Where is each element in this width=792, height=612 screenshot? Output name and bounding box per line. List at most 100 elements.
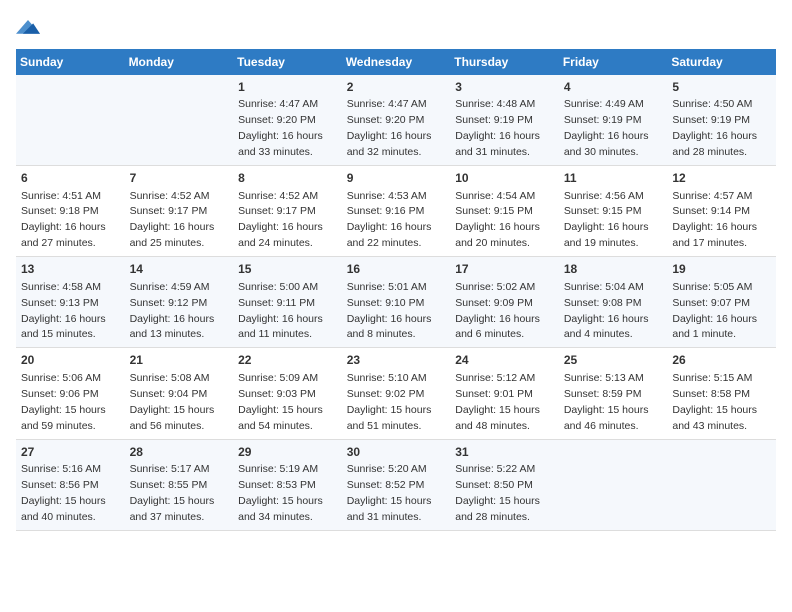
day-info: Sunrise: 4:59 AMSunset: 9:12 PMDaylight:… bbox=[130, 281, 215, 341]
day-number: 24 bbox=[455, 352, 554, 369]
day-number: 19 bbox=[672, 261, 771, 278]
calendar-cell: 13 Sunrise: 4:58 AMSunset: 9:13 PMDayligh… bbox=[16, 257, 125, 348]
calendar-cell: 10Sunrise: 4:54 AMSunset: 9:15 PMDayligh… bbox=[450, 166, 559, 257]
calendar-week-row: 20 Sunrise: 5:06 AMSunset: 9:06 PMDayligh… bbox=[16, 348, 776, 439]
day-number: 17 bbox=[455, 261, 554, 278]
day-info: Sunrise: 5:02 AMSunset: 9:09 PMDaylight:… bbox=[455, 281, 540, 341]
day-number: 28 bbox=[130, 444, 229, 461]
calendar-week-row: 1 Sunrise: 4:47 AMSunset: 9:20 PMDaylight… bbox=[16, 75, 776, 166]
day-info: Sunrise: 4:48 AMSunset: 9:19 PMDaylight:… bbox=[455, 98, 540, 158]
column-header-tuesday: Tuesday bbox=[233, 49, 342, 75]
calendar-cell: 9Sunrise: 4:53 AMSunset: 9:16 PMDaylight… bbox=[342, 166, 451, 257]
calendar-cell: 21 Sunrise: 5:08 AMSunset: 9:04 PMDayligh… bbox=[125, 348, 234, 439]
calendar-cell: 16 Sunrise: 5:01 AMSunset: 9:10 PMDayligh… bbox=[342, 257, 451, 348]
calendar-cell bbox=[559, 439, 668, 530]
day-number: 30 bbox=[347, 444, 446, 461]
calendar-cell: 3 Sunrise: 4:48 AMSunset: 9:19 PMDaylight… bbox=[450, 75, 559, 166]
calendar-cell: 17 Sunrise: 5:02 AMSunset: 9:09 PMDayligh… bbox=[450, 257, 559, 348]
day-info: Sunrise: 5:10 AMSunset: 9:02 PMDaylight:… bbox=[347, 372, 432, 432]
day-info: Sunrise: 4:49 AMSunset: 9:19 PMDaylight:… bbox=[564, 98, 649, 158]
day-number: 15 bbox=[238, 261, 337, 278]
day-info: Sunrise: 5:09 AMSunset: 9:03 PMDaylight:… bbox=[238, 372, 323, 432]
day-info: Sunrise: 5:16 AMSunset: 8:56 PMDaylight:… bbox=[21, 463, 106, 523]
day-info: Sunrise: 5:01 AMSunset: 9:10 PMDaylight:… bbox=[347, 281, 432, 341]
calendar-cell: 23 Sunrise: 5:10 AMSunset: 9:02 PMDayligh… bbox=[342, 348, 451, 439]
day-info: Sunrise: 5:12 AMSunset: 9:01 PMDaylight:… bbox=[455, 372, 540, 432]
day-info: Sunrise: 4:52 AMSunset: 9:17 PMDaylight:… bbox=[238, 190, 323, 250]
calendar-week-row: 6 Sunrise: 4:51 AMSunset: 9:18 PMDaylight… bbox=[16, 166, 776, 257]
column-header-wednesday: Wednesday bbox=[342, 49, 451, 75]
day-info: Sunrise: 5:00 AMSunset: 9:11 PMDaylight:… bbox=[238, 281, 323, 341]
calendar-cell bbox=[125, 75, 234, 166]
calendar-cell: 28 Sunrise: 5:17 AMSunset: 8:55 PMDayligh… bbox=[125, 439, 234, 530]
column-header-sunday: Sunday bbox=[16, 49, 125, 75]
calendar-cell: 1 Sunrise: 4:47 AMSunset: 9:20 PMDaylight… bbox=[233, 75, 342, 166]
day-info: Sunrise: 5:19 AMSunset: 8:53 PMDaylight:… bbox=[238, 463, 323, 523]
calendar-cell bbox=[16, 75, 125, 166]
day-number: 31 bbox=[455, 444, 554, 461]
day-number: 14 bbox=[130, 261, 229, 278]
logo bbox=[16, 16, 44, 41]
day-info: Sunrise: 4:56 AMSunset: 9:15 PMDaylight:… bbox=[564, 190, 649, 250]
calendar-cell: 19 Sunrise: 5:05 AMSunset: 9:07 PMDayligh… bbox=[667, 257, 776, 348]
calendar-cell: 25 Sunrise: 5:13 AMSunset: 8:59 PMDayligh… bbox=[559, 348, 668, 439]
day-number: 27 bbox=[21, 444, 120, 461]
calendar-cell: 29 Sunrise: 5:19 AMSunset: 8:53 PMDayligh… bbox=[233, 439, 342, 530]
calendar-cell: 27 Sunrise: 5:16 AMSunset: 8:56 PMDayligh… bbox=[16, 439, 125, 530]
day-info: Sunrise: 5:05 AMSunset: 9:07 PMDaylight:… bbox=[672, 281, 757, 341]
day-info: Sunrise: 5:22 AMSunset: 8:50 PMDaylight:… bbox=[455, 463, 540, 523]
day-number: 23 bbox=[347, 352, 446, 369]
day-number: 25 bbox=[564, 352, 663, 369]
day-number: 26 bbox=[672, 352, 771, 369]
calendar-cell: 31 Sunrise: 5:22 AMSunset: 8:50 PMDayligh… bbox=[450, 439, 559, 530]
calendar-cell: 11 Sunrise: 4:56 AMSunset: 9:15 PMDayligh… bbox=[559, 166, 668, 257]
page-header bbox=[16, 16, 776, 41]
calendar-cell: 22 Sunrise: 5:09 AMSunset: 9:03 PMDayligh… bbox=[233, 348, 342, 439]
day-info: Sunrise: 5:13 AMSunset: 8:59 PMDaylight:… bbox=[564, 372, 649, 432]
day-number: 3 bbox=[455, 79, 554, 96]
day-info: Sunrise: 5:04 AMSunset: 9:08 PMDaylight:… bbox=[564, 281, 649, 341]
calendar-cell: 26 Sunrise: 5:15 AMSunset: 8:58 PMDayligh… bbox=[667, 348, 776, 439]
day-number: 10 bbox=[455, 170, 554, 187]
day-number: 22 bbox=[238, 352, 337, 369]
day-number: 6 bbox=[21, 170, 120, 187]
day-number: 13 bbox=[21, 261, 120, 278]
day-number: 2 bbox=[347, 79, 446, 96]
day-number: 29 bbox=[238, 444, 337, 461]
day-info: Sunrise: 5:15 AMSunset: 8:58 PMDaylight:… bbox=[672, 372, 757, 432]
calendar-cell: 8Sunrise: 4:52 AMSunset: 9:17 PMDaylight… bbox=[233, 166, 342, 257]
day-number: 16 bbox=[347, 261, 446, 278]
day-info: Sunrise: 4:57 AMSunset: 9:14 PMDaylight:… bbox=[672, 190, 757, 250]
logo-icon bbox=[16, 16, 40, 36]
calendar-cell: 20 Sunrise: 5:06 AMSunset: 9:06 PMDayligh… bbox=[16, 348, 125, 439]
calendar-cell: 5Sunrise: 4:50 AMSunset: 9:19 PMDaylight… bbox=[667, 75, 776, 166]
day-number: 20 bbox=[21, 352, 120, 369]
day-number: 21 bbox=[130, 352, 229, 369]
calendar-week-row: 13 Sunrise: 4:58 AMSunset: 9:13 PMDayligh… bbox=[16, 257, 776, 348]
calendar-cell: 12Sunrise: 4:57 AMSunset: 9:14 PMDayligh… bbox=[667, 166, 776, 257]
calendar-cell: 7Sunrise: 4:52 AMSunset: 9:17 PMDaylight… bbox=[125, 166, 234, 257]
day-number: 4 bbox=[564, 79, 663, 96]
day-number: 7 bbox=[130, 170, 229, 187]
calendar-cell: 15 Sunrise: 5:00 AMSunset: 9:11 PMDayligh… bbox=[233, 257, 342, 348]
column-header-monday: Monday bbox=[125, 49, 234, 75]
calendar-cell: 2Sunrise: 4:47 AMSunset: 9:20 PMDaylight… bbox=[342, 75, 451, 166]
day-number: 1 bbox=[238, 79, 337, 96]
day-number: 11 bbox=[564, 170, 663, 187]
calendar-header-row: SundayMondayTuesdayWednesdayThursdayFrid… bbox=[16, 49, 776, 75]
calendar-cell: 30Sunrise: 5:20 AMSunset: 8:52 PMDayligh… bbox=[342, 439, 451, 530]
day-info: Sunrise: 4:51 AMSunset: 9:18 PMDaylight:… bbox=[21, 190, 106, 250]
day-info: Sunrise: 5:17 AMSunset: 8:55 PMDaylight:… bbox=[130, 463, 215, 523]
day-number: 5 bbox=[672, 79, 771, 96]
day-info: Sunrise: 5:08 AMSunset: 9:04 PMDaylight:… bbox=[130, 372, 215, 432]
day-info: Sunrise: 5:06 AMSunset: 9:06 PMDaylight:… bbox=[21, 372, 106, 432]
calendar-table: SundayMondayTuesdayWednesdayThursdayFrid… bbox=[16, 49, 776, 531]
calendar-cell: 18Sunrise: 5:04 AMSunset: 9:08 PMDayligh… bbox=[559, 257, 668, 348]
day-info: Sunrise: 4:58 AMSunset: 9:13 PMDaylight:… bbox=[21, 281, 106, 341]
calendar-cell: 4 Sunrise: 4:49 AMSunset: 9:19 PMDaylight… bbox=[559, 75, 668, 166]
calendar-cell: 14 Sunrise: 4:59 AMSunset: 9:12 PMDayligh… bbox=[125, 257, 234, 348]
calendar-week-row: 27 Sunrise: 5:16 AMSunset: 8:56 PMDayligh… bbox=[16, 439, 776, 530]
column-header-thursday: Thursday bbox=[450, 49, 559, 75]
day-info: Sunrise: 4:53 AMSunset: 9:16 PMDaylight:… bbox=[347, 190, 432, 250]
day-info: Sunrise: 4:47 AMSunset: 9:20 PMDaylight:… bbox=[238, 98, 323, 158]
